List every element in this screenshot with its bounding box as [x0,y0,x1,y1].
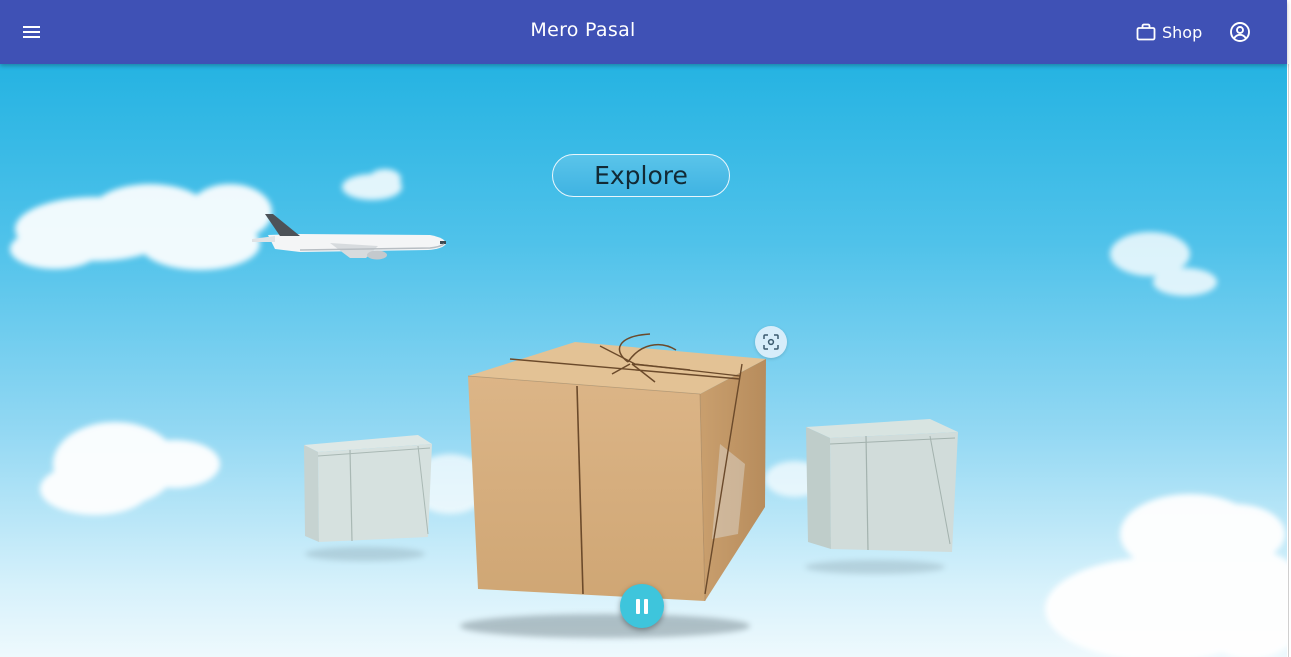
shop-label: Shop [1162,22,1203,42]
shop-button[interactable]: Shop [1136,16,1202,48]
scrollbar-track[interactable] [1288,64,1289,657]
main-package [467,333,766,602]
account-circle-icon [1229,21,1251,43]
airplane [252,214,446,260]
pause-icon [634,598,650,614]
account-button[interactable] [1222,14,1258,50]
right-package [806,419,958,552]
explore-button[interactable]: Explore [552,154,730,197]
view-in-ar-icon [762,333,780,351]
cloud-small-top [342,169,402,200]
main-box-shadow [460,614,750,638]
left-package [304,435,432,542]
scene-illustration [10,169,1287,657]
cloud-left [10,184,272,270]
left-box-shadow [305,547,425,561]
pause-button[interactable] [620,584,664,628]
cloud-right [1110,232,1217,296]
view-in-ar-button[interactable] [755,326,787,358]
hero-scene: Explore [0,64,1287,657]
right-box-shadow [805,560,945,574]
shopping-bag-icon [1136,23,1156,41]
app-title: Mero Pasal [530,19,636,41]
app-bar: Mero Pasal Shop [0,0,1287,64]
cloud-lower-right [1045,494,1287,657]
cloud-lower-left [40,422,220,515]
